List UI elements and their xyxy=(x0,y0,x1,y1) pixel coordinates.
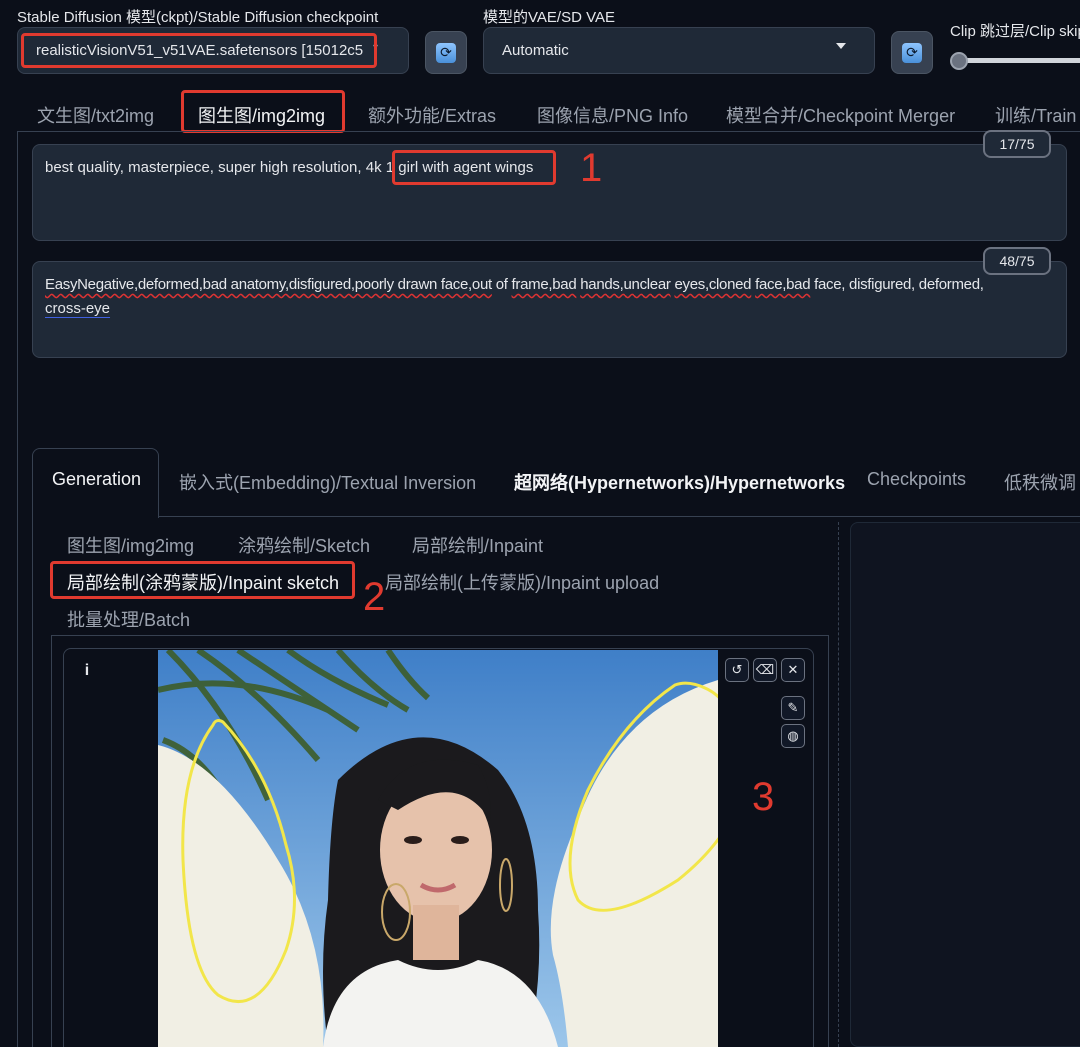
negative-prompt-segment: EasyNegative,deformed,bad anatomy,disfig… xyxy=(45,276,441,293)
annotation-box-prompt xyxy=(392,150,556,185)
subtab-img2img[interactable]: 图生图/img2img xyxy=(67,532,194,558)
negative-prompt-cross-eye: cross-eye xyxy=(45,300,111,317)
annotation-number-2: 2 xyxy=(363,575,386,619)
tab-train[interactable]: 训练/Train xyxy=(995,102,1076,128)
vae-select[interactable]: Automatic xyxy=(483,27,875,74)
positive-token-counter: 17/75 xyxy=(983,130,1051,158)
close-icon[interactable]: ✕ xyxy=(781,658,805,682)
brush-icon[interactable]: ✎ xyxy=(781,696,805,720)
annotation-number-3: 3 xyxy=(752,775,775,819)
checkpoint-label: Stable Diffusion 模型(ckpt)/Stable Diffusi… xyxy=(17,9,379,26)
negative-prompt-segment: eyes,cloned xyxy=(674,276,752,293)
gen-tab-checkpoints[interactable]: Checkpoints xyxy=(867,469,966,490)
clip-skip-label: Clip 跳过层/Clip skip xyxy=(950,23,1080,40)
negative-prompt-line-2: cross-eye xyxy=(45,297,1060,321)
output-panel xyxy=(850,522,1080,1047)
subtab-sketch[interactable]: 涂鸦绘制/Sketch xyxy=(238,532,370,558)
clip-skip-slider-handle[interactable] xyxy=(950,52,968,70)
gen-tab-textual-inversion[interactable]: 嵌入式(Embedding)/Textual Inversion xyxy=(179,469,476,495)
refresh-icon: ⟳ xyxy=(902,42,922,63)
vae-value: Automatic xyxy=(502,42,569,59)
generation-panel-left-border xyxy=(32,516,33,1047)
negative-prompt-segment: face,out xyxy=(440,276,492,293)
column-divider xyxy=(838,522,839,1047)
tab-checkpoint-merger[interactable]: 模型合并/Checkpoint Merger xyxy=(726,102,955,128)
checkpoint-refresh-button[interactable]: ⟳ xyxy=(425,31,467,74)
right-eye xyxy=(451,836,469,844)
palette-icon[interactable]: ◍ xyxy=(781,724,805,748)
negative-prompt-segment: face, disfigured, deformed, xyxy=(810,276,984,293)
generation-tabs-divider xyxy=(158,516,1080,517)
tab-extras[interactable]: 额外功能/Extras xyxy=(368,102,496,128)
subtab-batch[interactable]: 批量处理/Batch xyxy=(67,606,190,632)
vae-refresh-button[interactable]: ⟳ xyxy=(891,31,933,74)
tab-png-info[interactable]: 图像信息/PNG Info xyxy=(537,102,688,128)
tabs-divider xyxy=(17,131,1080,132)
subtab-inpaint[interactable]: 局部绘制/Inpaint xyxy=(412,532,543,558)
gen-tab-lora[interactable]: 低秩微调 xyxy=(1004,469,1076,495)
clip-skip-slider-track[interactable] xyxy=(958,58,1080,63)
negative-prompt-segment: hands,unclear xyxy=(580,276,671,293)
annotation-box-inpaint-sketch xyxy=(50,561,355,599)
eraser-icon[interactable]: ⌫ xyxy=(753,658,777,682)
annotation-box-img2img xyxy=(181,90,345,133)
chevron-down-icon xyxy=(836,43,846,49)
canvas-image xyxy=(158,650,718,1047)
neck xyxy=(413,905,459,960)
inpaint-sketch-canvas[interactable] xyxy=(158,650,718,1047)
annotation-number-1: 1 xyxy=(580,146,603,190)
gen-tab-generation[interactable]: Generation xyxy=(52,469,141,490)
positive-prompt-prefix: best quality, masterpiece, super high re… xyxy=(45,159,382,176)
negative-prompt-line-1: EasyNegative,deformed,bad anatomy,disfig… xyxy=(45,273,1060,297)
vae-label: 模型的VAE/SD VAE xyxy=(483,9,615,26)
info-icon[interactable]: i xyxy=(78,662,96,682)
negative-prompt-segment: of xyxy=(491,276,512,293)
content-left-border xyxy=(17,131,18,1047)
subtab-inpaint-upload[interactable]: 局部绘制(上传蒙版)/Inpaint upload xyxy=(385,569,659,595)
negative-prompt-segment: face,bad xyxy=(755,276,811,293)
refresh-icon: ⟳ xyxy=(436,42,456,63)
tab-txt2img[interactable]: 文生图/txt2img xyxy=(37,102,154,128)
negative-token-counter: 48/75 xyxy=(983,247,1051,275)
undo-icon[interactable]: ↺ xyxy=(725,658,749,682)
gen-tab-hypernetworks[interactable]: 超网络(Hypernetworks)/Hypernetworks xyxy=(514,469,845,495)
negative-prompt-text: EasyNegative,deformed,bad anatomy,disfig… xyxy=(45,273,1060,321)
left-eye xyxy=(404,836,422,844)
annotation-box-checkpoint xyxy=(21,33,377,68)
negative-prompt-segment: frame,bad xyxy=(511,276,577,293)
